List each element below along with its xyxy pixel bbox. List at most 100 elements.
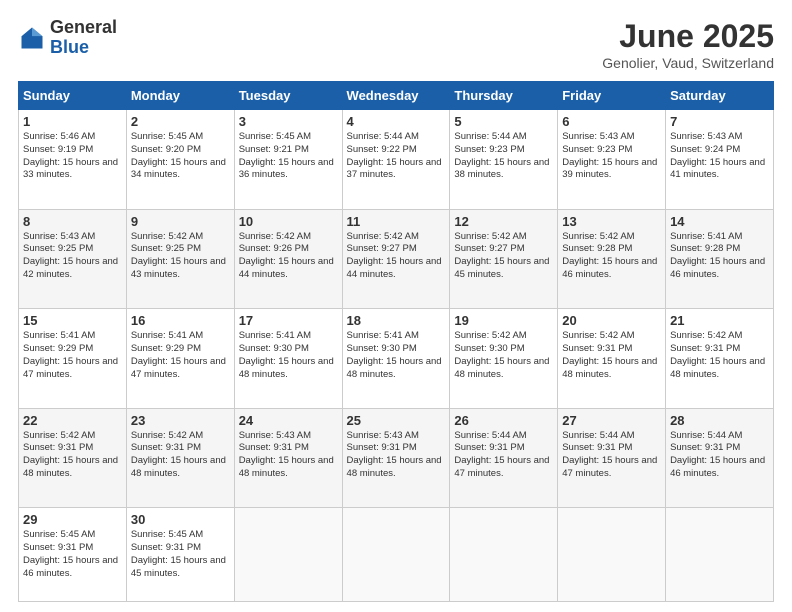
day-number: 23: [131, 413, 230, 428]
day-number: 24: [239, 413, 338, 428]
calendar-week-4: 22 Sunrise: 5:42 AMSunset: 9:31 PMDaylig…: [19, 408, 774, 508]
day-number: 3: [239, 114, 338, 129]
day-number: 14: [670, 214, 769, 229]
calendar-cell: [450, 508, 558, 602]
calendar-cell: 4 Sunrise: 5:44 AMSunset: 9:22 PMDayligh…: [342, 110, 450, 210]
calendar-header-sunday: Sunday: [19, 82, 127, 110]
calendar-cell: [342, 508, 450, 602]
cell-info: Sunrise: 5:42 AMSunset: 9:27 PMDaylight:…: [347, 231, 442, 280]
calendar-cell: 11 Sunrise: 5:42 AMSunset: 9:27 PMDaylig…: [342, 209, 450, 309]
day-number: 18: [347, 313, 446, 328]
day-number: 2: [131, 114, 230, 129]
calendar-cell: 13 Sunrise: 5:42 AMSunset: 9:28 PMDaylig…: [558, 209, 666, 309]
cell-info: Sunrise: 5:45 AMSunset: 9:31 PMDaylight:…: [23, 529, 118, 578]
calendar-cell: 17 Sunrise: 5:41 AMSunset: 9:30 PMDaylig…: [234, 309, 342, 409]
calendar-cell: 1 Sunrise: 5:46 AMSunset: 9:19 PMDayligh…: [19, 110, 127, 210]
calendar-cell: 14 Sunrise: 5:41 AMSunset: 9:28 PMDaylig…: [666, 209, 774, 309]
cell-info: Sunrise: 5:42 AMSunset: 9:30 PMDaylight:…: [454, 330, 549, 379]
calendar-cell: 5 Sunrise: 5:44 AMSunset: 9:23 PMDayligh…: [450, 110, 558, 210]
cell-info: Sunrise: 5:41 AMSunset: 9:29 PMDaylight:…: [131, 330, 226, 379]
cell-info: Sunrise: 5:45 AMSunset: 9:21 PMDaylight:…: [239, 131, 334, 180]
calendar-cell: 21 Sunrise: 5:42 AMSunset: 9:31 PMDaylig…: [666, 309, 774, 409]
day-number: 15: [23, 313, 122, 328]
day-number: 9: [131, 214, 230, 229]
day-number: 22: [23, 413, 122, 428]
cell-info: Sunrise: 5:46 AMSunset: 9:19 PMDaylight:…: [23, 131, 118, 180]
calendar-cell: 2 Sunrise: 5:45 AMSunset: 9:20 PMDayligh…: [126, 110, 234, 210]
calendar-cell: [666, 508, 774, 602]
title-block: June 2025 Genolier, Vaud, Switzerland: [602, 18, 774, 71]
day-number: 8: [23, 214, 122, 229]
day-number: 25: [347, 413, 446, 428]
calendar-cell: [558, 508, 666, 602]
day-number: 20: [562, 313, 661, 328]
day-number: 11: [347, 214, 446, 229]
cell-info: Sunrise: 5:45 AMSunset: 9:31 PMDaylight:…: [131, 529, 226, 578]
day-number: 7: [670, 114, 769, 129]
cell-info: Sunrise: 5:42 AMSunset: 9:31 PMDaylight:…: [131, 430, 226, 479]
calendar-cell: 8 Sunrise: 5:43 AMSunset: 9:25 PMDayligh…: [19, 209, 127, 309]
day-number: 29: [23, 512, 122, 527]
day-number: 28: [670, 413, 769, 428]
calendar-cell: 27 Sunrise: 5:44 AMSunset: 9:31 PMDaylig…: [558, 408, 666, 508]
cell-info: Sunrise: 5:43 AMSunset: 9:24 PMDaylight:…: [670, 131, 765, 180]
calendar-cell: 6 Sunrise: 5:43 AMSunset: 9:23 PMDayligh…: [558, 110, 666, 210]
subtitle: Genolier, Vaud, Switzerland: [602, 55, 774, 71]
calendar-table: SundayMondayTuesdayWednesdayThursdayFrid…: [18, 81, 774, 602]
calendar-cell: 29 Sunrise: 5:45 AMSunset: 9:31 PMDaylig…: [19, 508, 127, 602]
day-number: 21: [670, 313, 769, 328]
day-number: 17: [239, 313, 338, 328]
calendar-cell: 23 Sunrise: 5:42 AMSunset: 9:31 PMDaylig…: [126, 408, 234, 508]
cell-info: Sunrise: 5:41 AMSunset: 9:28 PMDaylight:…: [670, 231, 765, 280]
cell-info: Sunrise: 5:42 AMSunset: 9:25 PMDaylight:…: [131, 231, 226, 280]
calendar-cell: 22 Sunrise: 5:42 AMSunset: 9:31 PMDaylig…: [19, 408, 127, 508]
calendar-header-thursday: Thursday: [450, 82, 558, 110]
calendar-cell: 15 Sunrise: 5:41 AMSunset: 9:29 PMDaylig…: [19, 309, 127, 409]
day-number: 19: [454, 313, 553, 328]
calendar-cell: 28 Sunrise: 5:44 AMSunset: 9:31 PMDaylig…: [666, 408, 774, 508]
calendar-cell: 12 Sunrise: 5:42 AMSunset: 9:27 PMDaylig…: [450, 209, 558, 309]
cell-info: Sunrise: 5:44 AMSunset: 9:31 PMDaylight:…: [670, 430, 765, 479]
logo-icon: [18, 24, 46, 52]
day-number: 12: [454, 214, 553, 229]
day-number: 10: [239, 214, 338, 229]
calendar-cell: 25 Sunrise: 5:43 AMSunset: 9:31 PMDaylig…: [342, 408, 450, 508]
cell-info: Sunrise: 5:43 AMSunset: 9:25 PMDaylight:…: [23, 231, 118, 280]
calendar-cell: 20 Sunrise: 5:42 AMSunset: 9:31 PMDaylig…: [558, 309, 666, 409]
day-number: 5: [454, 114, 553, 129]
calendar-week-3: 15 Sunrise: 5:41 AMSunset: 9:29 PMDaylig…: [19, 309, 774, 409]
calendar-cell: 3 Sunrise: 5:45 AMSunset: 9:21 PMDayligh…: [234, 110, 342, 210]
logo-text: General Blue: [50, 18, 117, 58]
cell-info: Sunrise: 5:41 AMSunset: 9:30 PMDaylight:…: [347, 330, 442, 379]
cell-info: Sunrise: 5:43 AMSunset: 9:31 PMDaylight:…: [347, 430, 442, 479]
calendar-cell: 16 Sunrise: 5:41 AMSunset: 9:29 PMDaylig…: [126, 309, 234, 409]
day-number: 16: [131, 313, 230, 328]
day-number: 6: [562, 114, 661, 129]
calendar-header-friday: Friday: [558, 82, 666, 110]
cell-info: Sunrise: 5:43 AMSunset: 9:23 PMDaylight:…: [562, 131, 657, 180]
cell-info: Sunrise: 5:42 AMSunset: 9:28 PMDaylight:…: [562, 231, 657, 280]
day-number: 30: [131, 512, 230, 527]
cell-info: Sunrise: 5:42 AMSunset: 9:31 PMDaylight:…: [23, 430, 118, 479]
logo-general: General: [50, 17, 117, 37]
calendar-header-monday: Monday: [126, 82, 234, 110]
main-title: June 2025: [602, 18, 774, 55]
calendar-cell: 26 Sunrise: 5:44 AMSunset: 9:31 PMDaylig…: [450, 408, 558, 508]
cell-info: Sunrise: 5:44 AMSunset: 9:31 PMDaylight:…: [454, 430, 549, 479]
day-number: 27: [562, 413, 661, 428]
calendar-week-5: 29 Sunrise: 5:45 AMSunset: 9:31 PMDaylig…: [19, 508, 774, 602]
cell-info: Sunrise: 5:44 AMSunset: 9:23 PMDaylight:…: [454, 131, 549, 180]
calendar-cell: 19 Sunrise: 5:42 AMSunset: 9:30 PMDaylig…: [450, 309, 558, 409]
cell-info: Sunrise: 5:42 AMSunset: 9:31 PMDaylight:…: [562, 330, 657, 379]
cell-info: Sunrise: 5:44 AMSunset: 9:31 PMDaylight:…: [562, 430, 657, 479]
calendar-header-wednesday: Wednesday: [342, 82, 450, 110]
calendar-week-2: 8 Sunrise: 5:43 AMSunset: 9:25 PMDayligh…: [19, 209, 774, 309]
calendar-cell: 18 Sunrise: 5:41 AMSunset: 9:30 PMDaylig…: [342, 309, 450, 409]
calendar-cell: 24 Sunrise: 5:43 AMSunset: 9:31 PMDaylig…: [234, 408, 342, 508]
cell-info: Sunrise: 5:44 AMSunset: 9:22 PMDaylight:…: [347, 131, 442, 180]
calendar-cell: 30 Sunrise: 5:45 AMSunset: 9:31 PMDaylig…: [126, 508, 234, 602]
calendar-header-tuesday: Tuesday: [234, 82, 342, 110]
page: General Blue June 2025 Genolier, Vaud, S…: [0, 0, 792, 612]
calendar-cell: 7 Sunrise: 5:43 AMSunset: 9:24 PMDayligh…: [666, 110, 774, 210]
cell-info: Sunrise: 5:45 AMSunset: 9:20 PMDaylight:…: [131, 131, 226, 180]
